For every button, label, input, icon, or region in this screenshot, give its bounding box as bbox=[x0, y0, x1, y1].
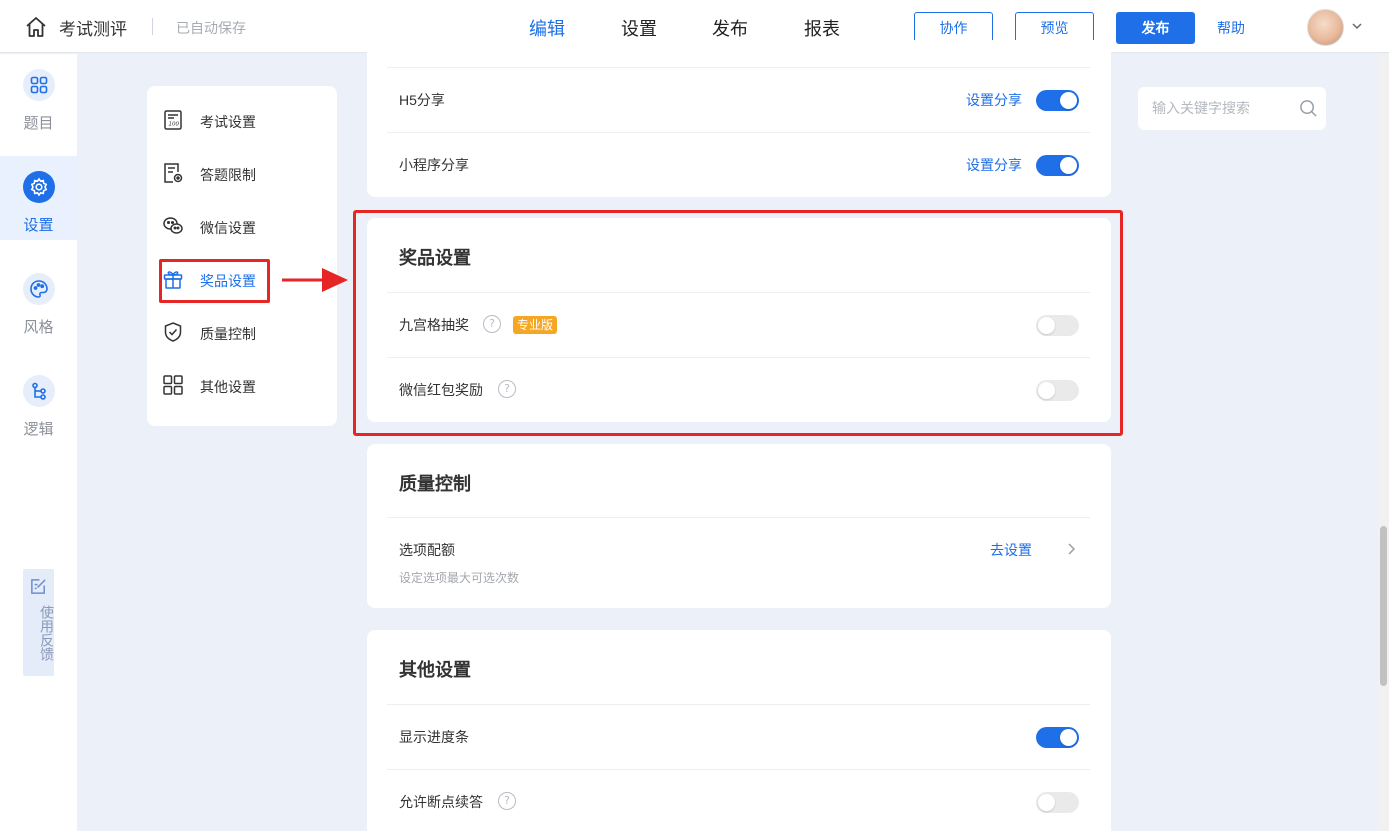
home-icon[interactable] bbox=[24, 15, 48, 39]
left-rail: 题目 设置 风格 逻辑 使用反馈 bbox=[0, 54, 77, 831]
rail-item-logic[interactable]: 逻辑 bbox=[0, 360, 77, 444]
search-box bbox=[1138, 87, 1326, 130]
submenu-item-exam-settings[interactable]: 100 考试设置 bbox=[147, 99, 337, 143]
row-description: 设定选项最大可选次数 bbox=[399, 571, 520, 585]
rail-label: 设置 bbox=[23, 217, 54, 234]
annotation-arrow-icon bbox=[282, 268, 348, 292]
exam-paper-icon: 100 bbox=[164, 110, 182, 130]
miniprogram-share-toggle[interactable] bbox=[1036, 155, 1079, 176]
scrollbar-thumb[interactable] bbox=[1380, 526, 1387, 686]
row-label: 小程序分享 bbox=[399, 157, 469, 173]
rail-item-style[interactable]: 风格 bbox=[0, 258, 77, 342]
quality-row-option-quota[interactable]: 选项配额 设定选项最大可选次数 去设置 bbox=[387, 517, 1090, 608]
grid-icon bbox=[23, 69, 55, 101]
other-row-progress: 显示进度条 bbox=[387, 704, 1090, 769]
h5-share-toggle[interactable] bbox=[1036, 90, 1079, 111]
scrollbar-track[interactable] bbox=[1378, 54, 1389, 831]
title-divider bbox=[152, 18, 153, 35]
svg-text:100: 100 bbox=[169, 122, 180, 128]
submenu-label: 其他设置 bbox=[200, 379, 256, 395]
avatar[interactable] bbox=[1307, 9, 1344, 46]
rail-item-settings[interactable]: 设置 bbox=[0, 156, 77, 240]
save-status: 已自动保存 bbox=[176, 20, 246, 36]
submenu-item-quality-control[interactable]: 质量控制 bbox=[147, 311, 337, 355]
answer-limit-icon bbox=[164, 163, 183, 183]
feedback-button[interactable]: 使用反馈 bbox=[23, 569, 55, 676]
rail-label: 题目 bbox=[23, 115, 54, 132]
submenu-item-wechat-settings[interactable]: 微信设置 bbox=[147, 205, 337, 249]
publish-button[interactable]: 发布 bbox=[1116, 12, 1195, 44]
chevron-down-icon[interactable] bbox=[1351, 20, 1363, 32]
edit-note-icon bbox=[31, 579, 46, 594]
rail-label: 逻辑 bbox=[23, 421, 54, 438]
row-label: 选项配额 bbox=[399, 542, 455, 558]
search-input[interactable] bbox=[1152, 98, 1292, 118]
other-row-resume: 允许断点续答 ? bbox=[387, 769, 1090, 831]
setup-share-link[interactable]: 设置分享 bbox=[966, 155, 1022, 175]
palette-icon bbox=[23, 273, 55, 305]
row-label: 允许断点续答 bbox=[399, 794, 483, 810]
search-icon[interactable] bbox=[1299, 99, 1318, 118]
help-link[interactable]: 帮助 bbox=[1217, 18, 1245, 38]
row-label: 显示进度条 bbox=[399, 729, 469, 745]
go-settings-link[interactable]: 去设置 bbox=[990, 540, 1032, 560]
rail-label: 风格 bbox=[23, 319, 54, 336]
app-title: 考试测评 bbox=[59, 20, 127, 39]
submenu-label: 质量控制 bbox=[200, 326, 256, 342]
shield-check-icon bbox=[164, 322, 182, 342]
submenu-item-other-settings[interactable]: 其他设置 bbox=[147, 364, 337, 408]
logic-flow-icon bbox=[23, 375, 55, 407]
submenu-label: 考试设置 bbox=[200, 114, 256, 130]
apps-icon bbox=[163, 375, 183, 395]
settings-submenu: 100 考试设置 答题限制 微信设置 奖品设置 质量控制 其他设置 bbox=[147, 86, 337, 426]
share-row-h5: H5分享 设置分享 bbox=[387, 67, 1090, 132]
submenu-label: 答题限制 bbox=[200, 167, 256, 183]
card-title: 质量控制 bbox=[399, 474, 471, 494]
rail-item-questions[interactable]: 题目 bbox=[0, 54, 77, 138]
resume-answer-toggle[interactable] bbox=[1036, 792, 1079, 813]
help-question-icon[interactable]: ? bbox=[498, 792, 516, 810]
chevron-right-icon[interactable] bbox=[1066, 542, 1076, 556]
share-settings-card: H5分享 设置分享 小程序分享 设置分享 bbox=[367, 40, 1111, 197]
annotation-highlight-box bbox=[159, 259, 270, 303]
share-row-miniprogram: 小程序分享 设置分享 bbox=[387, 132, 1090, 197]
submenu-label: 微信设置 bbox=[200, 220, 256, 236]
setup-share-link[interactable]: 设置分享 bbox=[966, 90, 1022, 110]
wechat-icon bbox=[163, 217, 183, 234]
annotation-highlight-box bbox=[353, 210, 1123, 436]
feedback-label: 使用反馈 bbox=[39, 605, 55, 661]
other-settings-card: 其他设置 显示进度条 允许断点续答 ? bbox=[367, 630, 1111, 831]
submenu-item-answer-limit[interactable]: 答题限制 bbox=[147, 152, 337, 196]
quality-control-card: 质量控制 选项配额 设定选项最大可选次数 去设置 bbox=[367, 444, 1111, 608]
progress-bar-toggle[interactable] bbox=[1036, 727, 1079, 748]
row-label: H5分享 bbox=[399, 92, 445, 108]
card-title: 其他设置 bbox=[399, 660, 471, 680]
gear-icon bbox=[23, 171, 55, 203]
